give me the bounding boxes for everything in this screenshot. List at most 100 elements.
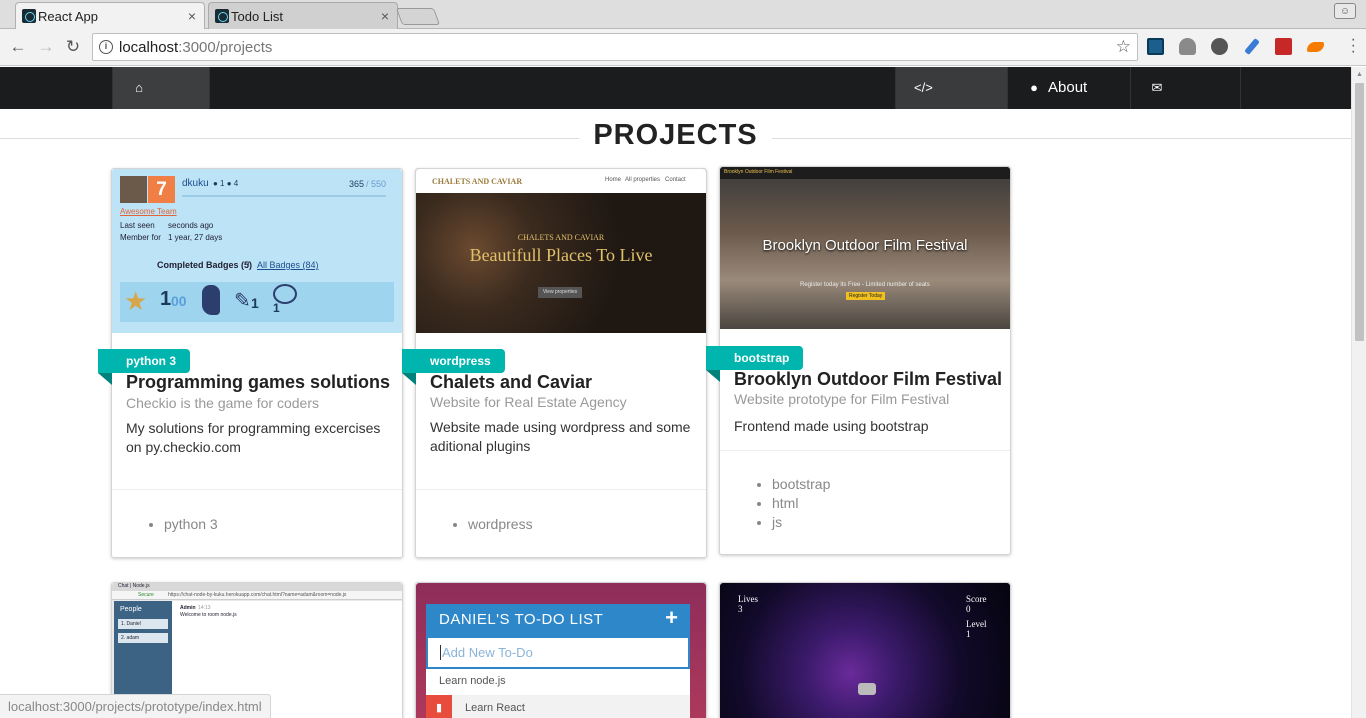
lives-value: 3 [738,604,743,614]
nav-contact[interactable]: ✉Contact [1130,67,1241,138]
chat-secure: Secure [138,592,154,598]
chalets-brand: CHALETS AND CAVIAR [432,177,523,186]
tag-ribbon: bootstrap [706,346,804,382]
card-title[interactable]: Brooklyn Outdoor Film Festival [734,369,1002,390]
url-path: :3000/projects [178,39,273,56]
space-game-preview-image[interactable]: Lives 3 Score 0 Level 1 [720,583,1010,718]
tag-ribbon: wordpress [402,349,505,385]
address-bar[interactable]: i localhost:3000/projects ☆ [92,33,1138,61]
todo-item[interactable]: Learn node.js [426,669,690,695]
browser-tab-strip: React App × Todo List × ☺ [0,0,1366,29]
chalets-topbar: CHALETS AND CAVIAR Home All properties C… [416,169,706,193]
checkio-score: 365 [349,179,365,189]
checkio-user: dkuku [182,178,209,189]
site-navbar: ⌂Home </>Projects ● About Me ✉Contact [0,67,1351,138]
extension-l-icon[interactable] [1147,38,1164,55]
card-title[interactable]: Programming games solutions [126,372,390,393]
score-label: Score [966,594,987,604]
brooklyn-topbar: Brooklyn Outdoor Film Festival [720,167,1010,179]
project-card-brooklyn[interactable]: Brooklyn Outdoor Film Festival Brooklyn … [706,166,1011,555]
project-card-chalets[interactable]: CHALETS AND CAVIAR Home All properties C… [402,168,707,558]
tag-item: js [772,513,830,532]
todo-item-text: Learn React [465,702,525,714]
back-arrow-icon[interactable]: ← [8,37,28,57]
checkio-team[interactable]: Awesome Team [120,207,177,216]
user-icon: ● [1030,80,1038,95]
tag-item: python 3 [164,515,218,534]
badge-count: 1 [160,288,172,310]
last-seen-value: seconds ago [168,221,214,230]
chalets-menu-properties: All properties [625,177,661,183]
home-icon: ⌂ [135,80,143,95]
badges-separator: / [247,260,250,270]
badge-count: 1 [273,301,280,315]
chalets-menu-contact: Contact [665,177,686,183]
project-card-checkio[interactable]: 7 dkuku ● 1 ● 4 365 / 550 Awesome Team L… [98,168,403,558]
reload-icon[interactable]: ↻ [63,37,83,57]
browser-tab-react-app[interactable]: React App × [15,2,205,29]
tag-item: wordpress [468,515,533,534]
page-viewport: ⌂Home </>Projects ● About Me ✉Contact PRO… [0,67,1351,718]
chat-tabbar: Chat | Node.js [112,583,402,591]
todo-item[interactable]: ▮ Learn React [426,695,690,718]
new-tab-button[interactable] [395,8,441,25]
scroll-up-arrow-icon[interactable]: ▲ [1356,71,1363,78]
member-value: 1 year, 27 days [168,233,223,242]
tab-title: Todo List [231,9,284,24]
todo-input-placeholder: Add New To-Do [440,645,533,660]
tab-close-icon[interactable]: × [381,3,389,30]
hand-badge-icon [202,285,220,315]
todo-item-text: Learn node.js [439,675,506,687]
forward-arrow-icon[interactable]: → [36,37,56,57]
badges-all-link[interactable]: All Badges (84) [257,260,319,270]
spaceship-icon [858,683,876,695]
score-value: 0 [966,604,971,614]
tag-ribbon: python 3 [98,349,190,385]
lives-label: Lives [738,594,758,604]
nav-about-me[interactable]: ● About Me [1007,67,1130,138]
tag-list: wordpress [468,515,533,534]
brooklyn-sub: Register today its Free - Limited number… [800,282,930,288]
badge-count: 00 [171,293,187,309]
brooklyn-brand: Brooklyn Outdoor Film Festival [724,169,793,175]
trash-icon[interactable]: ▮ [426,695,452,718]
card-description: Website made using wordpress and some ad… [430,419,691,454]
card-divider [112,489,402,490]
bookmark-star-icon[interactable]: ☆ [1116,37,1131,57]
brooklyn-headline: Brooklyn Outdoor Film Festival [762,237,968,254]
level-value: 1 [966,629,971,639]
todo-preview-image[interactable]: DANIEL'S TO-DO LIST + Add New To-Do Lear… [416,583,706,718]
nav-projects[interactable]: </>Projects [895,67,1007,138]
nav-home[interactable]: ⌂Home [112,67,210,138]
extension-cloud-icon[interactable] [1179,38,1196,55]
url-text[interactable]: localhost:3000/projects [119,39,272,56]
extension-orange-icon[interactable] [1307,42,1324,52]
chalets-headline: Beautifull Places To Live [469,245,653,265]
todo-input[interactable]: Add New To-Do [426,636,690,669]
tag-item: bootstrap [772,475,830,494]
page-scrollbar[interactable]: ▲ [1351,67,1366,718]
scrollbar-thumb[interactable] [1355,83,1364,341]
card-divider [416,489,706,490]
extension-red-icon[interactable] [1275,38,1292,55]
level-label: Level [966,619,987,629]
extension-film-icon[interactable] [1211,38,1228,55]
card-title[interactable]: Chalets and Caviar [430,372,592,393]
tab-title: React App [38,9,98,24]
project-card-todo[interactable]: DANIEL'S TO-DO LIST + Add New To-Do Lear… [415,582,707,718]
info-icon[interactable]: i [99,40,113,54]
todo-title: DANIEL'S TO-DO LIST [439,611,604,628]
tab-close-icon[interactable]: × [188,3,196,30]
chalets-preview-image[interactable]: CHALETS AND CAVIAR Home All properties C… [416,169,706,333]
url-host: localhost [119,39,179,56]
address-toolbar: ← → ↻ i localhost:3000/projects ☆ · · · [0,29,1366,66]
checkio-preview-image[interactable]: 7 dkuku ● 1 ● 4 365 / 550 Awesome Team L… [112,169,402,333]
project-card-space-game[interactable]: Lives 3 Score 0 Level 1 [719,582,1011,718]
level-badge: 7 [148,176,175,203]
brooklyn-preview-image[interactable]: Brooklyn Outdoor Film Festival Brooklyn … [720,167,1010,329]
status-bar-url: localhost:3000/projects/prototype/index.… [0,694,271,718]
profile-icon[interactable]: ☺ [1334,3,1356,19]
browser-tab-todo-list[interactable]: Todo List × [208,2,398,29]
extension-eyedropper-icon[interactable] [1244,38,1260,55]
browser-menu-icon[interactable]: · · · [1351,32,1356,60]
